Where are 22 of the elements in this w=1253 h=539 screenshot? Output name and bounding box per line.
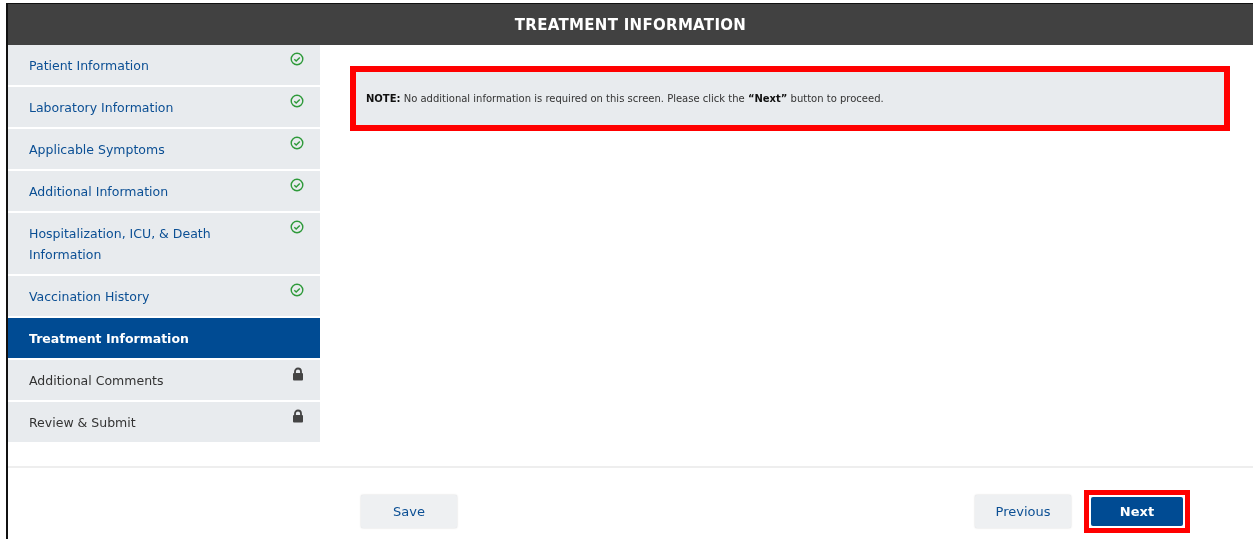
check-circle-icon [290, 283, 304, 297]
sidebar-item[interactable]: Hospitalization, ICU, & Death Information [8, 213, 320, 276]
sidebar-item[interactable]: Additional Information [8, 171, 320, 213]
sidebar-item[interactable]: Treatment Information [8, 318, 320, 360]
nav-button[interactable]: Next [1091, 497, 1183, 526]
nav-button[interactable]: Previous [975, 495, 1071, 528]
check-circle-icon [290, 94, 304, 108]
lock-icon [292, 367, 304, 381]
sidebar-item[interactable]: Laboratory Information [8, 87, 320, 129]
note-text: NOTE: No additional information is required on this screen. Please click the “Next” button to proceed. [356, 72, 1224, 125]
sidebar-item[interactable]: Review & Submit [8, 402, 320, 444]
page-title: TREATMENT INFORMATION [8, 4, 1253, 45]
sidebar-item[interactable]: Vaccination History [8, 276, 320, 318]
check-circle-icon [290, 136, 304, 150]
sidebar-item[interactable]: Patient Information [8, 45, 320, 87]
sidebar-item[interactable]: Additional Comments [8, 360, 320, 402]
check-circle-icon [290, 220, 304, 234]
check-circle-icon [290, 178, 304, 192]
nav-button[interactable]: Save [361, 495, 457, 528]
lock-icon [292, 409, 304, 423]
sidebar-item[interactable]: Applicable Symptoms [8, 129, 320, 171]
check-circle-icon [290, 52, 304, 66]
